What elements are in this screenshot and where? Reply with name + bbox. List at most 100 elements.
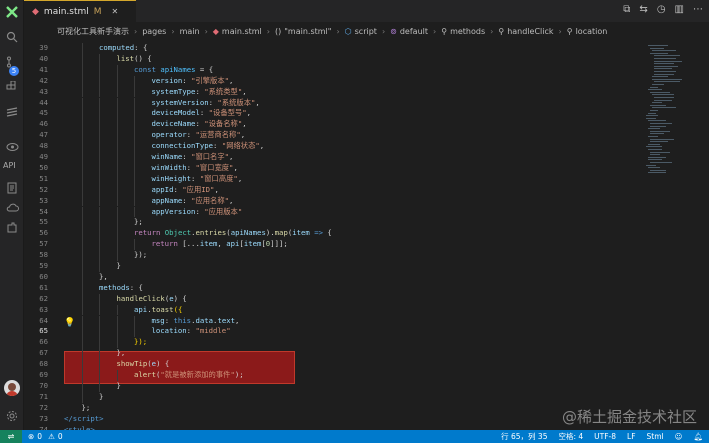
- breadcrumb-item[interactable]: main: [180, 27, 200, 36]
- breadcrumb-item[interactable]: 可视化工具新手演示: [57, 26, 129, 37]
- code-line[interactable]: 73 </script>: [24, 414, 642, 424]
- code-line[interactable]: 45 deviceModel: "设备型号",: [24, 108, 642, 120]
- code-line[interactable]: 40 list() {: [24, 53, 642, 65]
- compare-icon[interactable]: ⇆: [639, 4, 647, 15]
- minimap-line: [652, 107, 676, 109]
- code-line[interactable]: 69 alert("就是被新添加的事件");: [24, 370, 642, 381]
- code-token: ]]];: [270, 239, 288, 249]
- minimap-line: [654, 97, 674, 98]
- indent-guide: [116, 370, 118, 381]
- breadcrumb-item[interactable]: "main.stml": [284, 27, 331, 36]
- minimap-line: [652, 94, 674, 96]
- code-line[interactable]: 64 msg: this.data.text,: [24, 315, 642, 327]
- code-line[interactable]: 55};: [24, 217, 642, 229]
- indentation[interactable]: 空格: 4: [558, 431, 583, 442]
- breadcrumb-item[interactable]: script: [355, 27, 377, 36]
- language-mode[interactable]: Stml: [647, 432, 664, 441]
- code-line[interactable]: 44 systemVersion: "系统版本",: [24, 97, 642, 109]
- code-token: entries: [195, 228, 227, 238]
- tab-main-stml[interactable]: ◆ main.stml M ✕: [24, 0, 136, 22]
- code-line[interactable]: 52 appId: "应用ID",: [24, 184, 642, 196]
- minimap[interactable]: [642, 41, 709, 430]
- api-label[interactable]: API: [3, 161, 16, 170]
- breadcrumb-item[interactable]: main.stml: [222, 27, 262, 36]
- split-icon[interactable]: ⧉: [623, 4, 630, 15]
- cloud-icon[interactable]: [4, 200, 20, 216]
- code-editor[interactable]: 💡 39 computed: {40 list() {41 const apiName…: [24, 41, 642, 430]
- close-icon[interactable]: ✕: [112, 7, 119, 16]
- explorer-icon[interactable]: [4, 4, 20, 20]
- line-ending[interactable]: LF: [627, 432, 636, 441]
- bell-icon[interactable]: 🔔︎: [693, 432, 703, 441]
- settings-gear-icon[interactable]: [4, 408, 20, 424]
- search-icon[interactable]: [4, 29, 20, 45]
- code-line[interactable]: 67},: [24, 348, 642, 360]
- layers-icon[interactable]: [4, 104, 20, 120]
- code-line[interactable]: 63 api.toast({: [24, 304, 642, 316]
- code-line[interactable]: 51 winHeight: "窗口高度",: [24, 173, 642, 185]
- history-icon[interactable]: ◷: [657, 4, 666, 15]
- code-line[interactable]: 62 handleClick(e) {: [24, 293, 642, 305]
- code-line[interactable]: 61 methods: {: [24, 282, 642, 294]
- code-line[interactable]: 68 showTip(e) {: [24, 359, 642, 370]
- line-number: 61: [39, 282, 48, 292]
- code-line[interactable]: 71}: [24, 391, 642, 403]
- breadcrumb-item[interactable]: location: [576, 27, 608, 36]
- encoding[interactable]: UTF-8: [594, 432, 616, 441]
- document-icon[interactable]: [4, 180, 20, 196]
- code-text: return [...item, api[item[0]]];: [152, 239, 288, 249]
- breadcrumb-item[interactable]: methods: [450, 27, 485, 36]
- warning-count[interactable]: 0: [58, 432, 63, 441]
- symbol-icon: ⬡: [344, 27, 352, 36]
- extensions-icon[interactable]: [4, 79, 20, 95]
- indent-guide: [81, 152, 83, 163]
- code-line[interactable]: 50 winWidth: "窗口宽度",: [24, 162, 642, 174]
- more-icon[interactable]: ⋯: [693, 4, 703, 15]
- code-line[interactable]: 72};: [24, 403, 642, 413]
- code-line[interactable]: 57 return [...item, api[item[0]]];: [24, 239, 642, 251]
- remote-icon[interactable]: ⇌: [0, 430, 22, 443]
- sidebar-icon[interactable]: ▥: [675, 4, 684, 15]
- plugin-icon[interactable]: [4, 220, 20, 236]
- breadcrumb-item[interactable]: default: [400, 27, 428, 36]
- code-line[interactable]: 47 operator: "运营商名称",: [24, 130, 642, 142]
- line-number: 48: [39, 141, 48, 151]
- preview-eye-icon[interactable]: [4, 139, 20, 155]
- indent-guide: [116, 195, 118, 207]
- warning-icon[interactable]: ⚠: [48, 432, 55, 441]
- code-line[interactable]: 46 deviceName: "设备名称",: [24, 119, 642, 131]
- line-number: 53: [39, 195, 48, 205]
- breadcrumb-item[interactable]: handleClick: [507, 27, 553, 36]
- avatar[interactable]: [4, 380, 20, 396]
- line-number: 69: [39, 370, 48, 379]
- code-line[interactable]: 39 computed: {: [24, 43, 642, 54]
- code-line[interactable]: 43 systemType: "系统类型",: [24, 86, 642, 98]
- code-token: :: [173, 184, 183, 194]
- code-token: winWidth: [151, 162, 187, 172]
- code-line[interactable]: 41 const apiNames = {: [24, 64, 642, 76]
- line-number: 47: [39, 130, 48, 140]
- error-icon[interactable]: ⊗: [28, 432, 34, 441]
- code-line[interactable]: 53 appName: "应用名称",: [24, 195, 642, 207]
- code-line[interactable]: 70}: [24, 380, 642, 392]
- breadcrumb-item[interactable]: pages: [142, 27, 166, 36]
- code-line[interactable]: 65 location: "middle": [24, 326, 642, 338]
- minimap-line: [652, 78, 682, 80]
- code-line[interactable]: 42 version: "引擎版本",: [24, 75, 642, 87]
- code-line[interactable]: 66});: [24, 337, 642, 349]
- code-line[interactable]: 59}: [24, 261, 642, 272]
- code-token: ,: [217, 239, 227, 249]
- code-line[interactable]: 48 connectionType: "网络状态",: [24, 141, 642, 152]
- code-token: appName: [151, 195, 183, 205]
- feedback-icon[interactable]: ☺: [675, 432, 683, 441]
- code-line[interactable]: 56 return Object.entries(apiNames).map(it…: [24, 228, 642, 240]
- code-line[interactable]: 54 appVersion: "应用版本": [24, 206, 642, 218]
- minimap-line: [650, 169, 666, 171]
- code-token: ,: [229, 152, 234, 161]
- code-line[interactable]: 58});: [24, 250, 642, 261]
- cursor-position[interactable]: 行 65，列 35: [501, 431, 547, 442]
- code-line[interactable]: 49 winName: "窗口名字",: [24, 152, 642, 163]
- error-count[interactable]: 0: [37, 432, 42, 441]
- code-line[interactable]: 60},: [24, 271, 642, 283]
- code-text: connectionType: "网络状态",: [152, 141, 265, 151]
